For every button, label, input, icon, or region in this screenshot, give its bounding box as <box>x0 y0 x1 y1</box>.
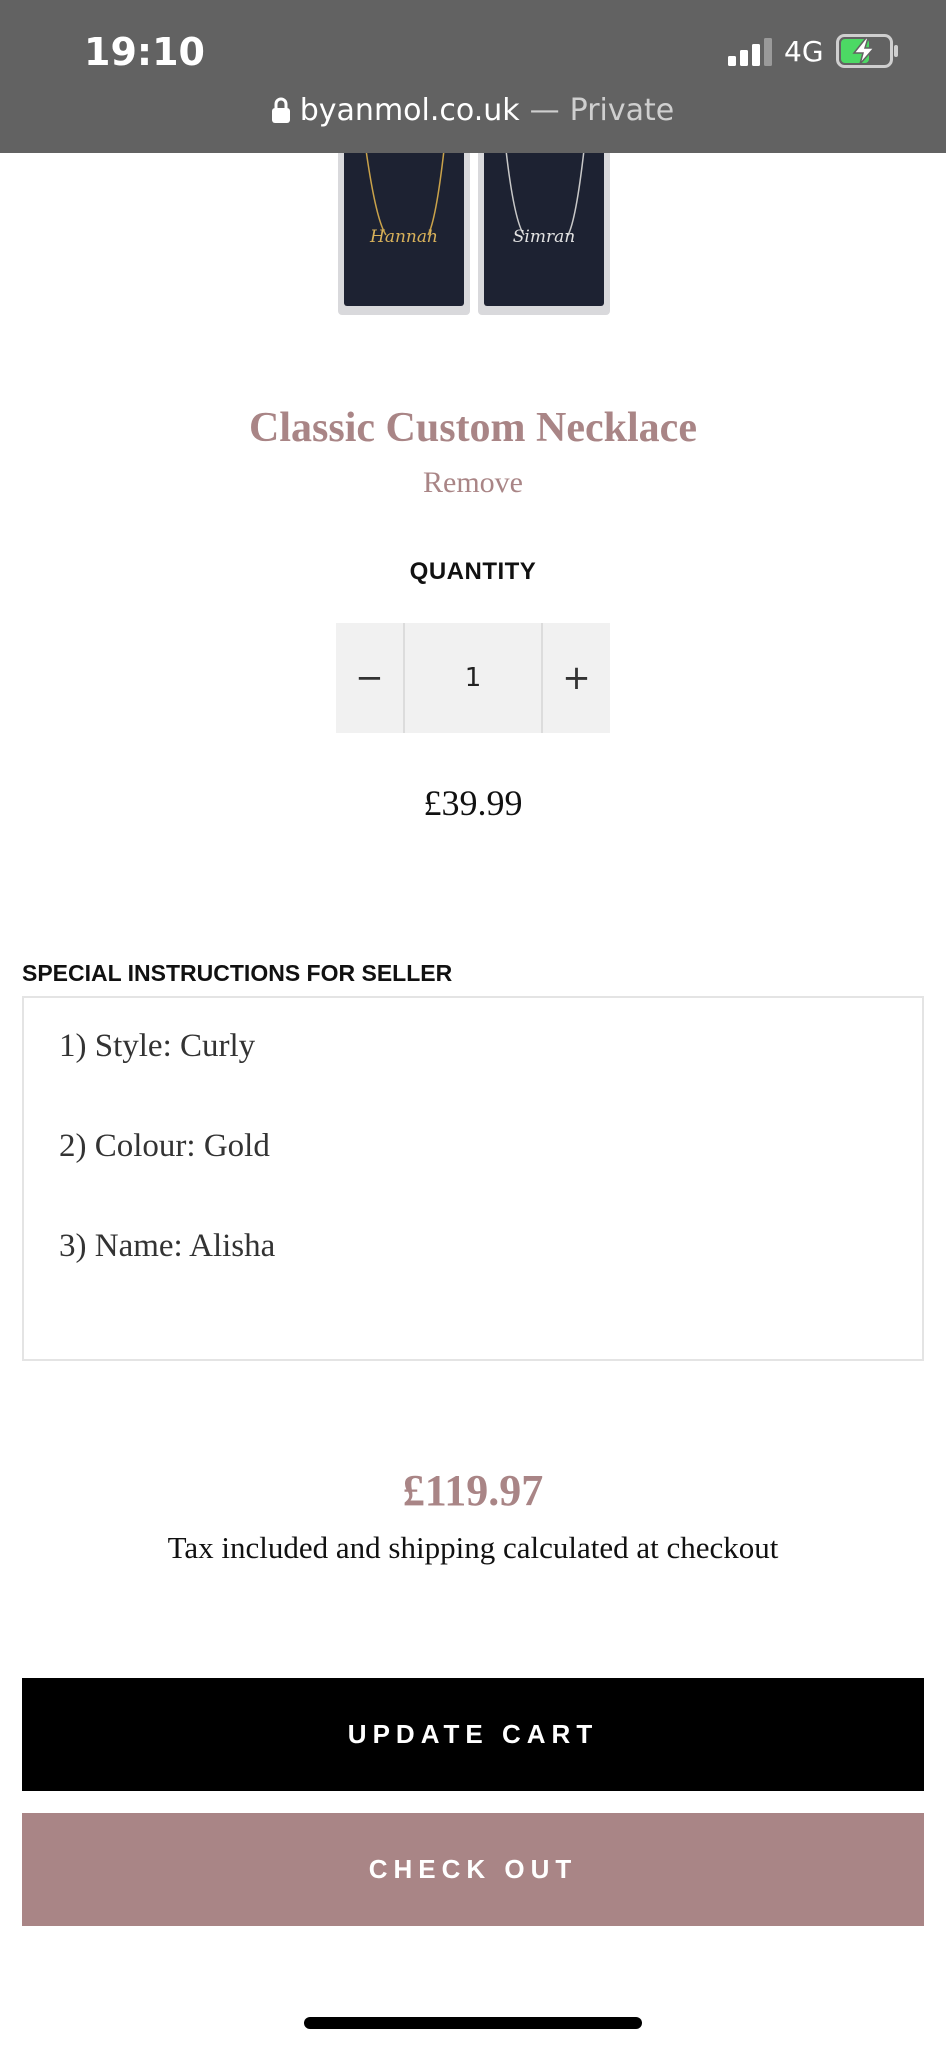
instructions-label: SPECIAL INSTRUCTIONS FOR SELLER <box>22 960 453 986</box>
line-price: £39.99 <box>423 783 523 823</box>
signal-icon <box>728 38 772 66</box>
tax-note: Tax included and shipping calculated at … <box>167 1530 779 1565</box>
instruction-line: 3) Name: Alisha <box>59 1228 276 1264</box>
lock-icon <box>271 97 290 123</box>
product-title[interactable]: Classic Custom Necklace <box>0 404 946 452</box>
update-cart-button[interactable]: UPDATE CART <box>22 1678 924 1791</box>
url-separator: — <box>529 92 560 128</box>
url-host: byanmol.co.uk <box>299 92 520 128</box>
home-indicator[interactable] <box>304 2017 642 2029</box>
product-image[interactable]: Hannah Simran <box>336 140 612 320</box>
instruction-line: 2) Colour: Gold <box>59 1128 270 1164</box>
checkout-button[interactable]: CHECK OUT <box>22 1813 924 1926</box>
quantity-input[interactable]: 1 <box>403 623 543 733</box>
necklace-name-left: Hannah <box>369 227 438 247</box>
cart-subtotal: £119.97 <box>402 1466 544 1515</box>
url-bar[interactable]: byanmol.co.uk — Private <box>0 88 946 132</box>
private-mode-label: Private <box>569 92 675 128</box>
quantity-stepper: − 1 + <box>336 623 610 733</box>
network-type: 4G <box>784 35 824 68</box>
remove-link[interactable]: Remove <box>0 466 946 500</box>
quantity-label: QUANTITY <box>409 558 537 585</box>
battery-charging-icon <box>836 34 898 68</box>
instruction-line: 1) Style: Curly <box>59 1028 256 1064</box>
increment-button[interactable]: + <box>543 623 610 733</box>
necklace-name-right: Simran <box>513 227 575 247</box>
browser-top-bar: 19:10 4G byanmol.co.uk — Private <box>0 0 946 153</box>
decrement-button[interactable]: − <box>336 623 403 733</box>
instructions-textarea[interactable]: 1) Style: Curly 2) Colour: Gold 3) Name:… <box>22 996 924 1361</box>
status-time: 19:10 <box>84 30 205 74</box>
